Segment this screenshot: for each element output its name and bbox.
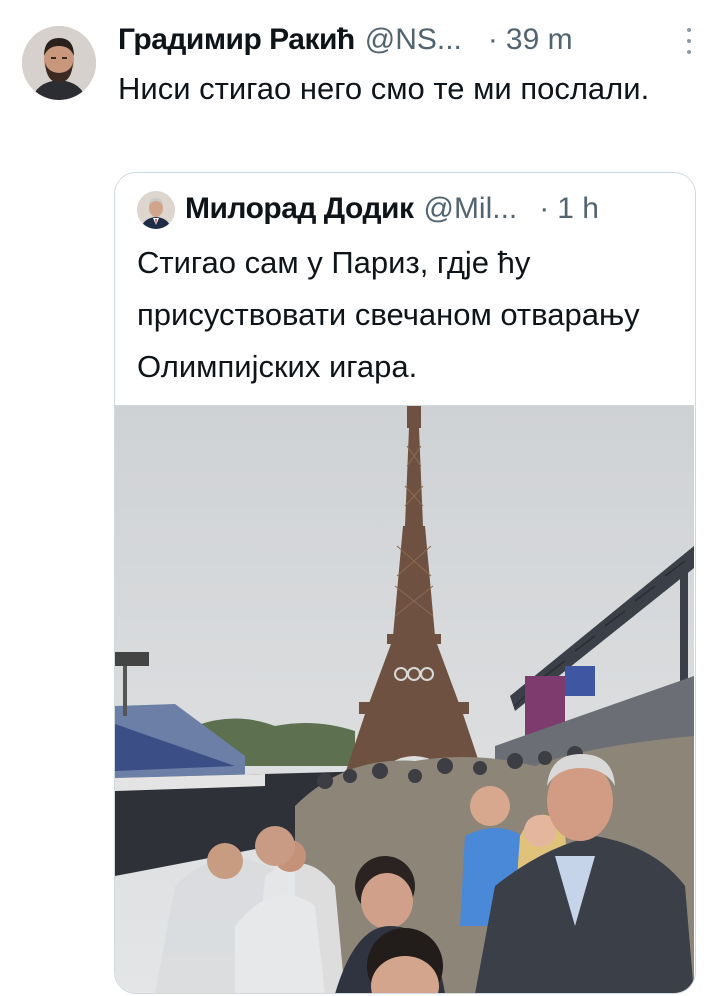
bearded-man-avatar-icon: [22, 26, 96, 100]
author-handle[interactable]: @NS...: [365, 23, 462, 57]
tweet-text: Ниси стигао него смо те ми послали.: [118, 71, 650, 106]
quoted-author-handle[interactable]: @Mil...: [423, 192, 517, 226]
quoted-timestamp[interactable]: 1 h: [557, 192, 599, 226]
quoted-tweet[interactable]: Милорад Додик @Mil... · 1 h Стигао сам у…: [114, 172, 696, 994]
tweet[interactable]: Градимир Ракић @NS... · 39 m Ниси стигао…: [0, 0, 720, 996]
eiffel-tower-stadium-photo-icon: [115, 406, 694, 993]
quoted-tweet-photo[interactable]: [115, 405, 694, 993]
separator-dot: ·: [487, 23, 498, 56]
quoted-separator-dot: ·: [539, 192, 550, 225]
vertical-ellipsis-icon[interactable]: [686, 28, 692, 54]
quoted-author-avatar[interactable]: [137, 191, 175, 229]
tweet-timestamp[interactable]: 39 m: [506, 23, 573, 57]
quoted-tweet-text: Стигао сам у Париз, гдје ћу присуствоват…: [137, 245, 640, 384]
quoted-tweet-header: Милорад Додик @Mil... · 1 h: [185, 187, 681, 231]
quoted-author-name[interactable]: Милорад Додик: [185, 192, 414, 226]
tweet-header: Градимир Ракић @NS... · 39 m: [118, 18, 704, 62]
man-suit-avatar-icon: [137, 191, 175, 229]
author-name[interactable]: Градимир Ракић: [118, 23, 355, 57]
author-avatar[interactable]: [22, 26, 96, 100]
